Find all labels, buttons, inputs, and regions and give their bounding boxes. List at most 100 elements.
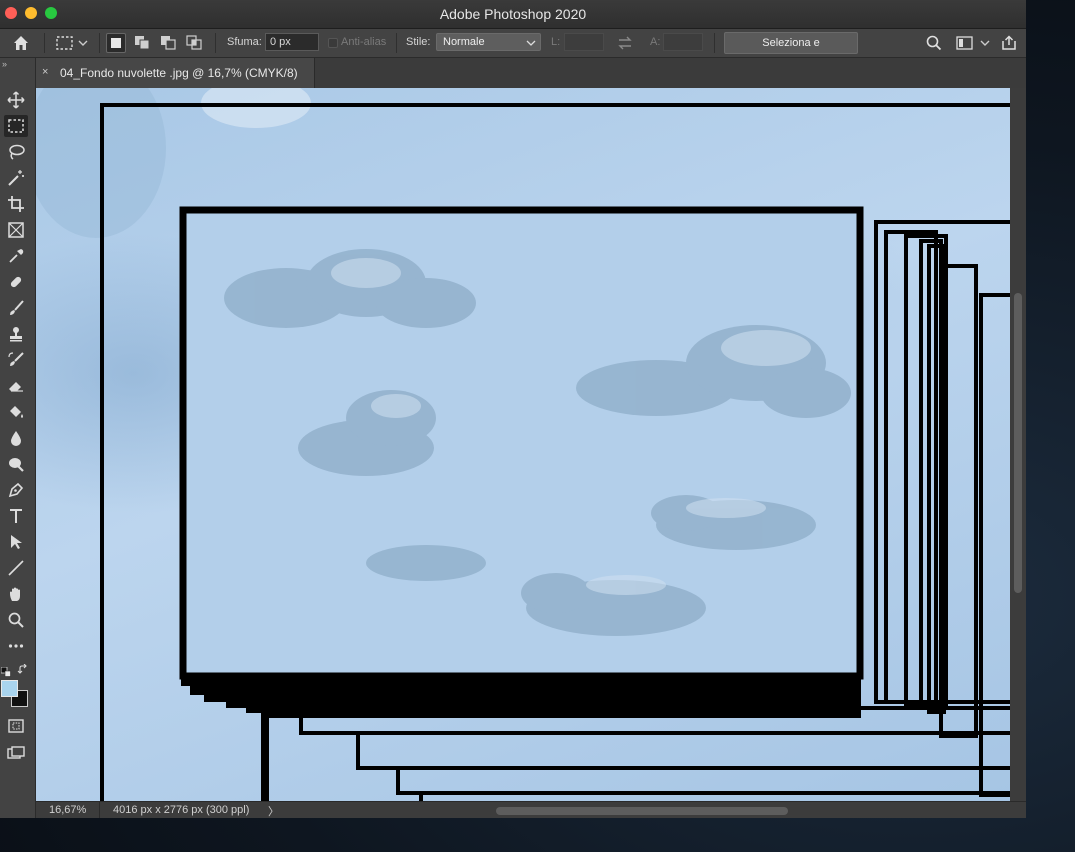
- history-brush-tool[interactable]: [4, 349, 28, 371]
- clone-stamp-tool[interactable]: [4, 323, 28, 345]
- workspace-icon: [956, 36, 973, 50]
- dodge-icon: [9, 458, 24, 472]
- quick-mask-button[interactable]: [4, 715, 28, 737]
- chevron-down-icon: [78, 40, 88, 46]
- edit-toolbar-button[interactable]: [4, 635, 28, 657]
- swap-dimensions-button[interactable]: [614, 33, 636, 53]
- workspace-switcher[interactable]: [953, 33, 993, 53]
- marquee-tool-preset-picker[interactable]: [52, 32, 92, 54]
- document-info: 4016 px x 2776 px (300 ppl): [113, 804, 250, 816]
- eyedropper-icon: [9, 249, 24, 263]
- type-tool[interactable]: [4, 505, 28, 527]
- background-cloud-shape: [201, 88, 311, 128]
- brush-icon: [10, 300, 24, 315]
- canvas-artwork: [36, 88, 1010, 801]
- search-icon: [926, 35, 942, 51]
- screen-mode-icon: [7, 746, 25, 759]
- swap-colors-icon[interactable]: [17, 663, 29, 675]
- home-icon: [14, 36, 28, 50]
- expand-panel-icon[interactable]: »: [2, 59, 7, 69]
- select-and-mask-button[interactable]: Seleziona e maschera...: [724, 32, 858, 69]
- width-input[interactable]: [564, 33, 604, 51]
- line-tool[interactable]: [4, 557, 28, 579]
- blur-tool[interactable]: [4, 427, 28, 449]
- crop-tool[interactable]: [4, 193, 28, 215]
- subtract-selection-icon: [161, 36, 176, 50]
- lasso-icon: [9, 144, 25, 160]
- eyedropper-tool[interactable]: [4, 245, 28, 267]
- default-colors-icon[interactable]: [0, 664, 11, 677]
- dodge-tool[interactable]: [4, 453, 28, 475]
- anti-alias-checkbox[interactable]: [328, 38, 338, 48]
- pen-icon: [8, 482, 24, 498]
- eraser-tool[interactable]: [4, 375, 28, 397]
- window-title: Adobe Photoshop 2020: [439, 6, 587, 22]
- quick-mask-icon: [8, 719, 24, 733]
- document-tab-bar: × 04_Fondo nuvolette .jpg @ 16,7% (CMYK/…: [36, 58, 1026, 89]
- zoom-level[interactable]: 16,67%: [49, 804, 86, 816]
- share-icon: [1002, 35, 1016, 50]
- eraser-icon: [9, 382, 23, 392]
- marquee-icon: [56, 36, 73, 50]
- close-tab-icon[interactable]: ×: [42, 66, 48, 78]
- path-selection-tool[interactable]: [4, 531, 28, 553]
- marquee-icon: [8, 119, 24, 133]
- horizontal-scroll-thumb[interactable]: [496, 807, 788, 815]
- hand-tool[interactable]: [4, 583, 28, 605]
- tools-panel: »: [0, 58, 36, 818]
- move-icon: [7, 91, 25, 109]
- chevron-down-icon: [980, 40, 990, 46]
- vertical-scroll-thumb[interactable]: [1014, 293, 1022, 593]
- style-select-value: Normale: [443, 36, 485, 48]
- zoom-tool[interactable]: [4, 609, 28, 631]
- move-tool[interactable]: [4, 89, 28, 111]
- document-canvas[interactable]: [36, 88, 1010, 801]
- magic-wand-tool[interactable]: [4, 167, 28, 189]
- options-bar: Sfuma: 0 px Anti-alias Stile: Normale L:…: [0, 29, 1026, 69]
- crop-icon: [8, 196, 24, 212]
- search-button[interactable]: [923, 33, 945, 53]
- screen-mode-button[interactable]: [4, 742, 28, 764]
- line-icon: [8, 560, 24, 576]
- magic-wand-icon: [8, 170, 24, 186]
- bandage-icon: [10, 276, 22, 288]
- style-label: Stile:: [406, 36, 431, 48]
- paint-bucket-tool[interactable]: [4, 401, 28, 423]
- new-selection-mode[interactable]: [106, 33, 126, 53]
- feather-input[interactable]: 0 px: [265, 33, 319, 51]
- home-button[interactable]: [8, 32, 34, 54]
- hand-icon: [10, 587, 20, 601]
- pen-tool[interactable]: [4, 479, 28, 501]
- zoom-icon: [8, 612, 24, 628]
- swap-arrows-icon: [618, 36, 632, 50]
- height-input[interactable]: [663, 33, 703, 51]
- stacked-frames-shadow: [181, 675, 861, 718]
- document-tab[interactable]: × 04_Fondo nuvolette .jpg @ 16,7% (CMYK/…: [36, 58, 315, 88]
- document-tab-label: 04_Fondo nuvolette .jpg @ 16,7% (CMYK/8): [60, 66, 298, 80]
- height-label: A:: [650, 36, 661, 48]
- intersect-selection-mode[interactable]: [185, 33, 205, 53]
- vertical-scrollbar[interactable]: [1010, 88, 1026, 801]
- chevron-down-icon: [526, 40, 536, 46]
- intersect-selection-icon: [186, 35, 202, 50]
- arrow-cursor-icon: [11, 535, 22, 549]
- anti-alias-label: Anti-alias: [341, 36, 387, 48]
- type-icon: [10, 509, 22, 523]
- foreground-color-swatch[interactable]: [1, 680, 18, 697]
- lasso-tool[interactable]: [4, 141, 28, 163]
- rectangular-marquee-tool[interactable]: [4, 115, 28, 137]
- style-select[interactable]: Normale: [436, 33, 541, 51]
- healing-brush-tool[interactable]: [4, 271, 28, 293]
- paint-bucket-icon: [10, 406, 23, 418]
- history-brush-icon: [8, 352, 24, 366]
- status-menu-arrow[interactable]: 〉: [268, 803, 279, 818]
- title-bar: Adobe Photoshop 2020: [0, 0, 1026, 29]
- more-icon: [8, 644, 24, 648]
- width-label: L:: [551, 36, 561, 48]
- frame-icon: [8, 222, 24, 238]
- brush-tool[interactable]: [4, 297, 28, 319]
- frame-tool[interactable]: [4, 219, 28, 241]
- share-button[interactable]: [998, 33, 1020, 53]
- subtract-from-selection-mode[interactable]: [159, 33, 179, 53]
- add-to-selection-mode[interactable]: [133, 33, 153, 53]
